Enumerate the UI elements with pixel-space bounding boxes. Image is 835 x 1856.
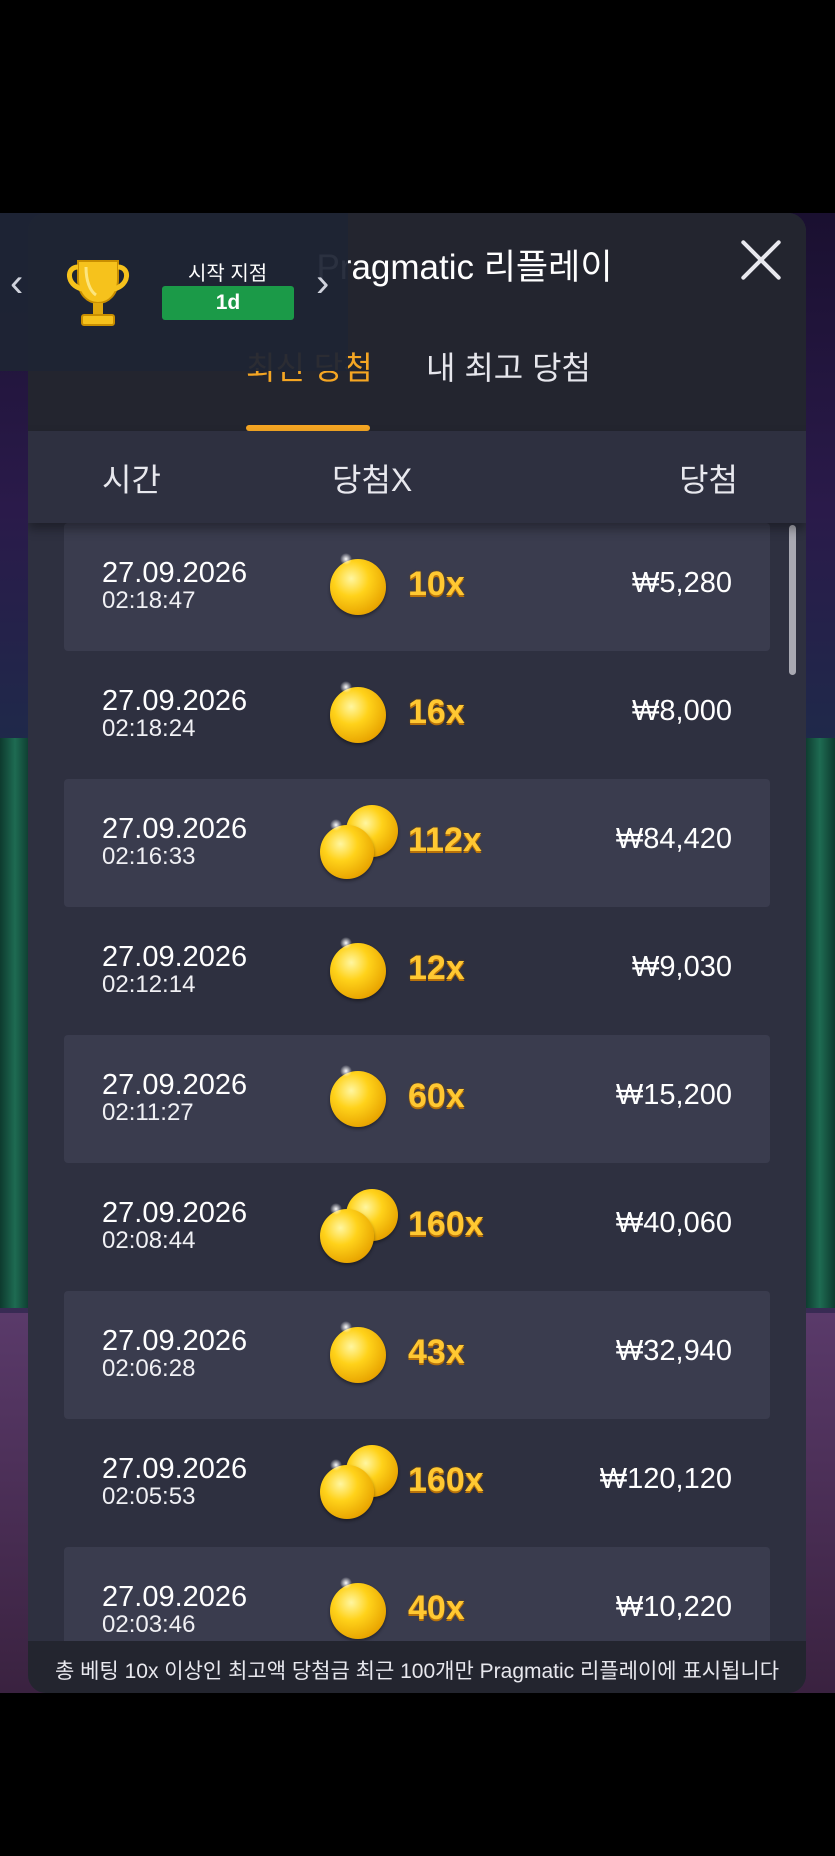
row-multiplier: 60x [408, 1077, 465, 1115]
row-win-amount: ₩40,060 [615, 1207, 732, 1239]
row-multiplier: 160x [408, 1205, 484, 1243]
decor-pillar-right [805, 738, 835, 1308]
promo-label: 시작 지점 [188, 263, 268, 285]
row-time: 02:12:14 [102, 971, 196, 998]
row-time: 02:18:47 [102, 587, 196, 614]
table-row[interactable]: 27.09.2026 02:12:14 12x ₩9,030 [64, 907, 770, 1035]
row-multiplier: 112x [408, 821, 482, 859]
row-multiplier: 43x [408, 1333, 465, 1371]
row-date: 27.09.2026 [102, 1197, 248, 1229]
trophy-icon [67, 260, 129, 326]
row-win-amount: ₩32,940 [615, 1335, 732, 1367]
table-row[interactable]: 27.09.2026 02:18:47 10x ₩5,280 [64, 523, 770, 651]
replay-dialog: Pragmatic 리플레이 최신 당첨 내 최고 당첨 시간 당첨X 당첨 2… [28, 213, 806, 1693]
tab-my-best-wins[interactable]: 내 최고 당첨 [426, 343, 591, 389]
coin-icon [320, 1459, 374, 1519]
footer-note: 총 베팅 10x 이상인 최고액 당첨금 최근 100개만 Pragmatic … [28, 1641, 806, 1693]
row-multiplier: 160x [408, 1461, 484, 1499]
row-multiplier: 16x [408, 693, 465, 731]
table-row[interactable]: 27.09.2026 02:16:33 112x ₩84,420 [64, 779, 770, 907]
row-time: 02:18:24 [102, 715, 196, 742]
row-win-amount: ₩5,280 [632, 567, 732, 599]
row-win-amount: ₩10,220 [615, 1591, 732, 1623]
row-time: 02:06:28 [102, 1355, 196, 1382]
table-header: 시간 당첨X 당첨 [28, 431, 806, 523]
row-date: 27.09.2026 [102, 1069, 248, 1101]
wins-list[interactable]: 27.09.2026 02:18:47 10x ₩5,280 27.09.202… [64, 523, 770, 1675]
row-date: 27.09.2026 [102, 1325, 248, 1357]
row-win-amount: ₩8,000 [632, 695, 732, 727]
column-header-time: 시간 [102, 462, 161, 498]
row-time: 02:16:33 [102, 843, 196, 870]
chevron-right-icon[interactable]: › [316, 261, 329, 306]
coin-icon [330, 681, 386, 743]
coin-icon [320, 819, 374, 879]
row-date: 27.09.2026 [102, 685, 248, 717]
coin-icon [330, 1065, 386, 1127]
decor-pillar-left [0, 738, 30, 1308]
row-win-amount: ₩15,200 [615, 1079, 732, 1111]
row-time: 02:08:44 [102, 1227, 196, 1254]
table-row[interactable]: 27.09.2026 02:08:44 160x ₩40,060 [64, 1163, 770, 1291]
column-header-multiplier: 당첨X [332, 462, 413, 498]
row-date: 27.09.2026 [102, 1453, 248, 1485]
chevron-left-icon[interactable]: ‹ [10, 261, 23, 306]
row-date: 27.09.2026 [102, 813, 248, 845]
coin-icon [330, 1321, 386, 1383]
row-time: 02:11:27 [102, 1099, 194, 1126]
row-multiplier: 12x [408, 949, 465, 987]
tournament-widget[interactable]: ‹ 시작 지점 1d › [0, 213, 348, 371]
coin-icon [330, 937, 386, 999]
row-date: 27.09.2026 [102, 941, 248, 973]
coin-icon [320, 1203, 374, 1263]
table-row[interactable]: 27.09.2026 02:05:53 160x ₩120,120 [64, 1419, 770, 1547]
table-row[interactable]: 27.09.2026 02:11:27 60x ₩15,200 [64, 1035, 770, 1163]
row-win-amount: ₩120,120 [599, 1463, 732, 1495]
countdown-badge: 1d [162, 286, 294, 320]
row-time: 02:03:46 [102, 1611, 196, 1638]
scrollbar[interactable] [789, 525, 796, 675]
table-row[interactable]: 27.09.2026 02:18:24 16x ₩8,000 [64, 651, 770, 779]
coin-icon [330, 553, 386, 615]
row-date: 27.09.2026 [102, 557, 248, 589]
row-time: 02:05:53 [102, 1483, 196, 1510]
column-header-win: 당첨 [679, 462, 738, 498]
coin-icon [330, 1577, 386, 1639]
row-multiplier: 40x [408, 1589, 465, 1627]
row-win-amount: ₩84,420 [615, 823, 732, 855]
row-date: 27.09.2026 [102, 1581, 248, 1613]
close-icon[interactable] [738, 237, 784, 283]
screen: Pragmatic 리플레이 최신 당첨 내 최고 당첨 시간 당첨X 당첨 2… [0, 0, 835, 1856]
row-multiplier: 10x [408, 565, 465, 603]
row-win-amount: ₩9,030 [632, 951, 732, 983]
table-row[interactable]: 27.09.2026 02:06:28 43x ₩32,940 [64, 1291, 770, 1419]
